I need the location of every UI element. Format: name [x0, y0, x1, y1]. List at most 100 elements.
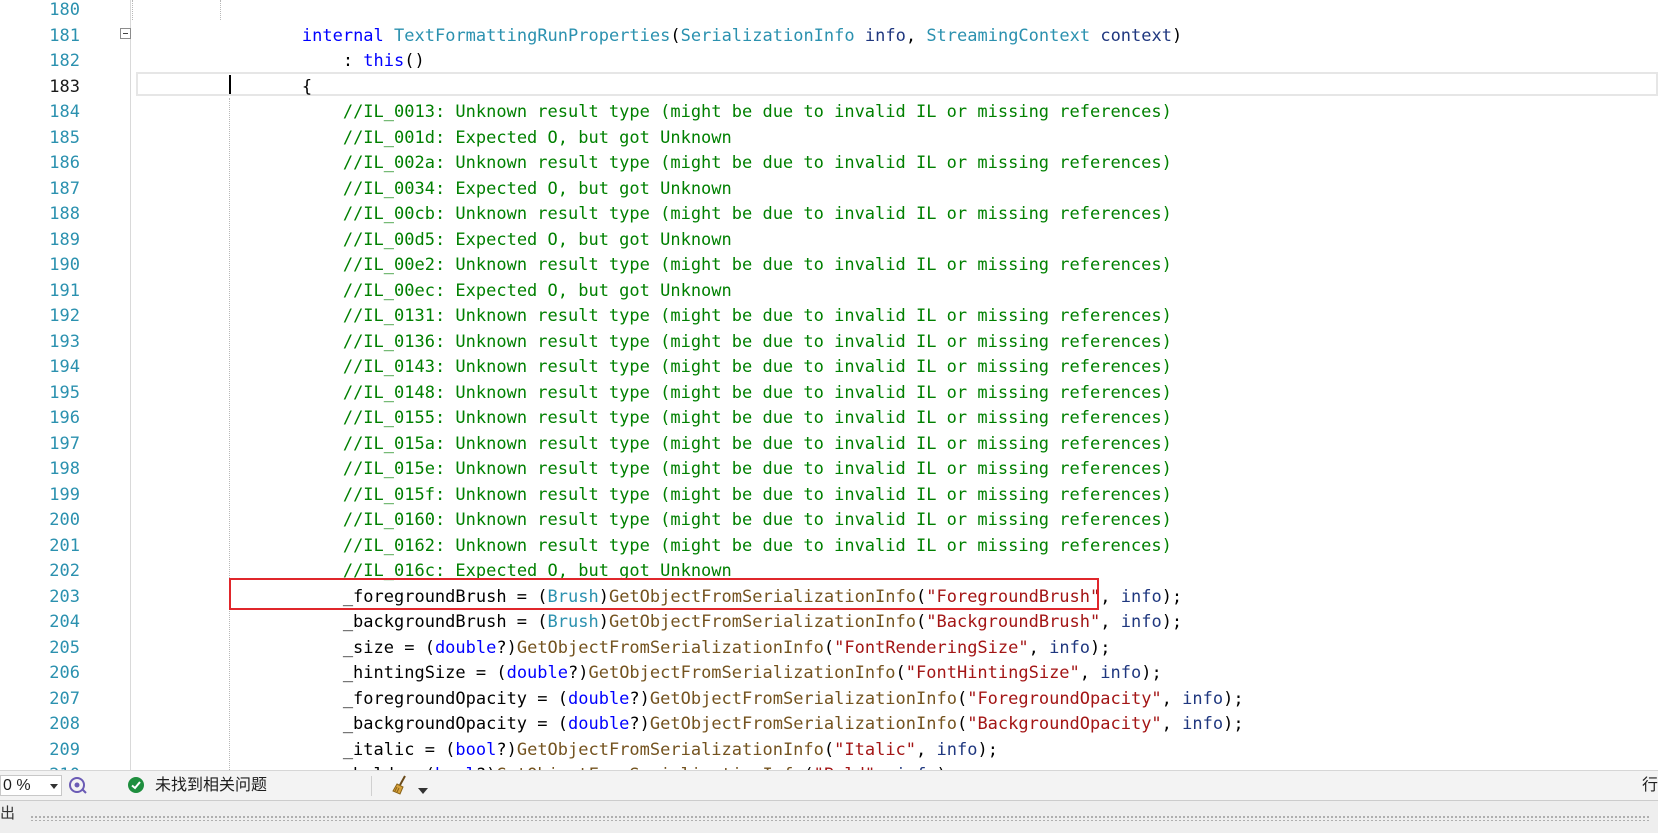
code-token: info [936, 739, 978, 760]
code-text: : this() [220, 49, 425, 75]
code-line[interactable]: 183 { [0, 75, 1658, 101]
line-number: 185 [49, 127, 80, 148]
line-number: 209 [49, 739, 80, 760]
line-number: 197 [49, 433, 80, 454]
code-token: _italic = ( [220, 739, 456, 760]
code-token: , [1161, 688, 1183, 709]
code-token: ( [956, 688, 968, 709]
code-text: _foregroundOpacity = (double?)GetObjectF… [220, 687, 1244, 713]
code-line[interactable]: 194 //IL_0143: Unknown result type (migh… [0, 355, 1658, 381]
code-line[interactable]: 188 //IL_00cb: Unknown result type (migh… [0, 202, 1658, 228]
code-token: //IL_00e2: Unknown result type (might be… [342, 255, 1172, 275]
code-text: //IL_0013: Unknown result type (might be… [220, 100, 1172, 126]
panel-grip[interactable] [30, 815, 1650, 821]
chevron-down-icon[interactable] [418, 782, 428, 800]
code-token: info [1120, 586, 1162, 607]
code-editor[interactable]: 180 181 internal TextFormattingRunPropert… [0, 0, 1658, 770]
code-token: double [568, 688, 630, 709]
code-line[interactable]: 195 //IL_0148: Unknown result type (migh… [0, 381, 1658, 407]
code-line[interactable]: 182 : this() [0, 49, 1658, 75]
code-text: _italic = (bool?)GetObjectFromSerializat… [220, 738, 998, 764]
code-line[interactable]: 190 //IL_00e2: Unknown result type (migh… [0, 253, 1658, 279]
line-number: 205 [49, 637, 80, 658]
code-token: double [506, 663, 568, 683]
code-token: GetObjectFromSerializationInfo [516, 637, 824, 658]
code-line[interactable]: 193 //IL_0136: Unknown result type (migh… [0, 330, 1658, 356]
code-token: ); [1141, 663, 1162, 683]
code-line[interactable]: 181 internal TextFormattingRunProperties… [0, 24, 1658, 50]
code-text: internal TextFormattingRunProperties(Ser… [220, 24, 1182, 50]
code-text: //IL_0148: Unknown result type (might be… [220, 381, 1172, 407]
code-token: GetObjectFromSerializationInfo [649, 688, 957, 709]
code-line[interactable]: 198 //IL_015e: Unknown result type (migh… [0, 457, 1658, 483]
zoom-dropdown[interactable]: 0 % [0, 775, 62, 796]
copilot-icon[interactable] [68, 775, 88, 800]
code-token: , [1100, 586, 1121, 607]
code-token: "ForegroundOpacity" [967, 688, 1162, 709]
code-token: info [1182, 688, 1224, 709]
code-line[interactable]: 201 //IL_0162: Unknown result type (migh… [0, 534, 1658, 560]
line-number: 189 [49, 229, 80, 250]
code-token: "FontRenderingSize" [834, 637, 1029, 658]
code-token: StreamingContext [926, 25, 1091, 46]
issues-status[interactable]: 未找到相关问题 [155, 776, 267, 796]
output-panel-title[interactable]: 出 [0, 804, 15, 824]
code-token: internal [301, 25, 384, 46]
code-token: ); [1161, 586, 1183, 607]
code-token: , [1100, 612, 1121, 632]
code-line[interactable]: 186 //IL_002a: Unknown result type (migh… [0, 151, 1658, 177]
code-line[interactable]: 204 _backgroundBrush = (Brush)GetObjectF… [0, 610, 1658, 636]
code-token: { [220, 76, 313, 97]
code-token: ); [1161, 612, 1183, 632]
code-line[interactable]: 189 //IL_00d5: Expected O, but got Unkno… [0, 228, 1658, 254]
code-text: //IL_015e: Unknown result type (might be… [220, 457, 1172, 483]
code-line[interactable]: 210 _bold = (bool?)GetObjectFromSerializ… [0, 763, 1658, 770]
line-number: 188 [49, 204, 80, 224]
code-line[interactable]: 208 _backgroundOpacity = (double?)GetObj… [0, 712, 1658, 738]
code-token: this [363, 51, 405, 71]
code-line[interactable]: 191 //IL_00ec: Expected O, but got Unkno… [0, 279, 1658, 305]
code-text: //IL_0131: Unknown result type (might be… [220, 304, 1172, 330]
line-number: 199 [49, 484, 80, 505]
code-line[interactable]: 207 _foregroundOpacity = (double?)GetObj… [0, 687, 1658, 713]
code-line[interactable]: 205 _size = (double?)GetObjectFromSerial… [0, 636, 1658, 662]
code-line[interactable]: 196 //IL_0155: Unknown result type (migh… [0, 406, 1658, 432]
code-line[interactable]: 209 _italic = (bool?)GetObjectFromSerial… [0, 738, 1658, 764]
code-token: info [1120, 612, 1162, 632]
code-line[interactable]: 184 //IL_0013: Unknown result type (migh… [0, 100, 1658, 126]
code-line[interactable]: 199 //IL_015f: Unknown result type (migh… [0, 483, 1658, 509]
code-text: _backgroundOpacity = (double?)GetObjectF… [220, 712, 1244, 738]
code-token: //IL_0034: Expected O, but got Unknown [342, 178, 732, 199]
code-token: _backgroundOpacity = ( [220, 714, 568, 734]
code-line[interactable]: 187 //IL_0034: Expected O, but got Unkno… [0, 177, 1658, 203]
line-number: 186 [49, 153, 80, 173]
code-token: double [434, 637, 497, 658]
code-token: //IL_001d: Expected O, but got Unknown [342, 127, 732, 148]
line-number: 182 [49, 51, 80, 71]
code-token: //IL_00d5: Expected O, but got Unknown [342, 229, 732, 250]
code-token: ?) [568, 663, 589, 683]
code-token: TextFormattingRunProperties [394, 25, 671, 46]
code-token: "BackgroundBrush" [926, 612, 1101, 632]
code-token: double [568, 714, 630, 734]
code-line[interactable]: 185 //IL_001d: Expected O, but got Unkno… [0, 126, 1658, 152]
line-number: 194 [49, 357, 80, 377]
zoom-dropdown-icon [50, 784, 58, 789]
code-line[interactable]: 192 //IL_0131: Unknown result type (migh… [0, 304, 1658, 330]
code-token: //IL_0155: Unknown result type (might be… [342, 408, 1172, 428]
code-token: ); [1090, 637, 1111, 658]
code-line[interactable]: 197 //IL_015a: Unknown result type (migh… [0, 432, 1658, 458]
code-text: //IL_0143: Unknown result type (might be… [220, 355, 1172, 381]
code-line[interactable]: 200 //IL_0160: Unknown result type (migh… [0, 508, 1658, 534]
code-token: bool [455, 739, 497, 760]
broom-icon[interactable] [390, 774, 412, 801]
code-line[interactable]: 206 _hintingSize = (double?)GetObjectFro… [0, 661, 1658, 687]
status-bar: 0 % 未找到相关问题 行 [0, 770, 1658, 801]
code-token: info [1049, 637, 1091, 658]
code-line[interactable]: 180 [0, 0, 1658, 24]
